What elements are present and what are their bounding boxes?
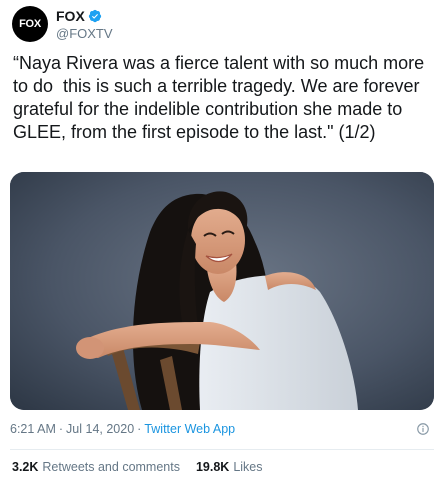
tweet-text: “Naya Rivera was a fierce talent with so… — [13, 53, 430, 142]
retweets-count: 3.2K — [12, 460, 39, 474]
meta-separator: · — [137, 422, 142, 436]
likes-label: Likes — [233, 460, 263, 474]
avatar-logo-text: FOX — [19, 18, 41, 30]
tweet-meta: 6:21 AM · Jul 14, 2020 · Twitter Web App — [10, 422, 235, 436]
author-names: FOX @FOXTV — [56, 8, 113, 41]
photo-illustration — [10, 172, 434, 410]
retweets-label: Retweets and comments — [42, 460, 180, 474]
display-name[interactable]: FOX — [56, 8, 85, 24]
likes-count: 19.8K — [195, 460, 230, 474]
likes-stat[interactable]: 19.8K Likes — [196, 460, 263, 474]
name-row: FOX — [56, 8, 113, 24]
tweet-source-link[interactable]: Twitter Web App — [144, 422, 235, 436]
tweet-card: FOX FOX @FOXTV “Naya Rivera was a fierce… — [0, 0, 444, 480]
tweet-date[interactable]: Jul 14, 2020 — [66, 422, 134, 436]
verified-badge-icon — [88, 9, 101, 22]
tweet-photo[interactable] — [10, 172, 434, 410]
info-icon[interactable] — [416, 422, 430, 436]
retweets-stat[interactable]: 3.2K Retweets and comments — [12, 460, 180, 474]
stats-divider — [10, 449, 434, 450]
tweet-stats: 3.2K Retweets and comments 19.8K Likes — [12, 460, 263, 474]
tweet-header: FOX FOX @FOXTV — [12, 4, 113, 44]
tweet-time[interactable]: 6:21 AM — [10, 422, 56, 436]
avatar[interactable]: FOX — [12, 6, 48, 42]
meta-separator: · — [58, 422, 64, 436]
handle[interactable]: @FOXTV — [56, 26, 113, 41]
